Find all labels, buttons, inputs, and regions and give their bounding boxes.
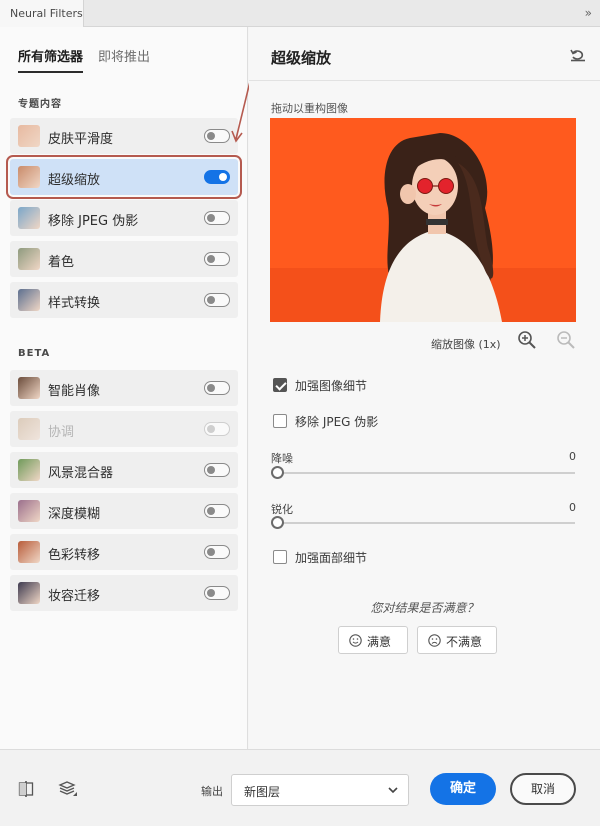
smile-icon (349, 634, 362, 647)
filter-toggle[interactable] (204, 211, 230, 225)
filter-row-style-transfer[interactable]: 样式转换 (10, 282, 238, 318)
enhance-detail-checkbox[interactable] (273, 378, 287, 392)
filter-toggle (204, 422, 230, 436)
filter-toggle[interactable] (204, 252, 230, 266)
filter-label: 智能肖像 (48, 384, 101, 399)
enhance-face-checkbox[interactable] (273, 550, 287, 564)
filter-label: 着色 (48, 255, 75, 270)
noise-slider-label: 降噪 (271, 452, 293, 465)
style-transfer-thumbnail (18, 289, 40, 311)
filter-row-harmonization: 协调 (10, 411, 238, 447)
super-zoom-thumbnail (18, 166, 40, 188)
sharpen-slider-value: 0 (569, 501, 576, 514)
preview-caption: 拖动以重构图像 (271, 102, 348, 115)
filter-row-landscape-mixer[interactable]: 风景混合器 (10, 452, 238, 488)
zoom-out-icon[interactable] (556, 330, 576, 350)
compare-icon[interactable] (18, 781, 34, 797)
portrait-illustration (270, 118, 576, 322)
feedback-satisfied-button[interactable]: 满意 (338, 626, 408, 654)
filter-toggle[interactable] (204, 381, 230, 395)
zoom-in-icon[interactable] (517, 330, 537, 350)
filter-label: 样式转换 (48, 296, 101, 311)
filter-list-panel: 所有筛选器 即将推出 专题内容 皮肤平滑度 超级缩放 移除 JPEG 伪影 着色… (0, 27, 248, 749)
sharpen-slider-track[interactable] (275, 522, 575, 524)
filter-settings-panel: 超级缩放 拖动以重构图像 缩放图像 (1x) 加强图像细节 移除 JPEG 伪影… (249, 27, 600, 749)
filter-label: 色彩转移 (48, 548, 101, 563)
noise-slider-handle[interactable] (271, 466, 284, 479)
feedback-unsatisfied-label: 不满意 (446, 635, 483, 649)
settings-title: 超级缩放 (271, 49, 332, 67)
remove-jpeg-label: 移除 JPEG 伪影 (295, 415, 379, 429)
harmonization-thumbnail (18, 418, 40, 440)
landscape-mixer-thumbnail (18, 459, 40, 481)
noise-slider-value: 0 (569, 450, 576, 463)
feedback-question: 您对结果是否满意？ (370, 601, 479, 615)
reset-icon[interactable] (570, 48, 586, 62)
filter-row-remove-jpeg[interactable]: 移除 JPEG 伪影 (10, 200, 238, 236)
cancel-button[interactable]: 取消 (510, 773, 576, 805)
footer-bar: 输出 新图层 确定 取消 (0, 749, 600, 826)
filter-row-colorize[interactable]: 着色 (10, 241, 238, 277)
filter-row-smart-portrait[interactable]: 智能肖像 (10, 370, 238, 406)
filter-row-makeup-transfer[interactable]: 妆容迁移 (10, 575, 238, 611)
feedback-unsatisfied-button[interactable]: 不满意 (417, 626, 497, 654)
filter-toggle[interactable] (204, 463, 230, 477)
filter-label: 协调 (48, 425, 75, 440)
sharpen-slider-handle[interactable] (271, 516, 284, 529)
collapse-panel-icon[interactable]: » (585, 6, 592, 20)
filter-label: 皮肤平滑度 (48, 132, 114, 147)
depth-blur-thumbnail (18, 500, 40, 522)
filter-toggle[interactable] (204, 586, 230, 600)
colorize-thumbnail (18, 248, 40, 270)
filter-row-depth-blur[interactable]: 深度模糊 (10, 493, 238, 529)
color-transfer-thumbnail (18, 541, 40, 563)
filter-label: 移除 JPEG 伪影 (48, 214, 139, 229)
layers-icon[interactable] (58, 780, 78, 798)
tab-coming-soon[interactable]: 即将推出 (98, 46, 150, 65)
sharpen-slider-label: 锐化 (271, 503, 293, 516)
feedback-satisfied-label: 满意 (367, 635, 392, 649)
output-select-value: 新图层 (244, 785, 281, 799)
skin-smoothing-thumbnail (18, 125, 40, 147)
filter-label: 超级缩放 (48, 173, 101, 188)
filter-row-color-transfer[interactable]: 色彩转移 (10, 534, 238, 570)
frown-icon (428, 634, 441, 647)
filter-toggle[interactable] (204, 545, 230, 559)
enhance-detail-label: 加强图像细节 (295, 379, 368, 393)
filter-row-super-zoom[interactable]: 超级缩放 (6, 155, 242, 199)
filter-toggle[interactable] (204, 170, 230, 184)
makeup-transfer-thumbnail (18, 582, 40, 604)
remove-jpeg-checkbox[interactable] (273, 414, 287, 428)
noise-slider-track[interactable] (275, 472, 575, 474)
smart-portrait-thumbnail (18, 377, 40, 399)
enhance-face-label: 加强面部细节 (295, 551, 368, 565)
filter-row-skin-smoothing[interactable]: 皮肤平滑度 (10, 118, 238, 154)
filter-toggle[interactable] (204, 504, 230, 518)
ok-button[interactable]: 确定 (430, 773, 496, 805)
tab-all-filters[interactable]: 所有筛选器 (18, 46, 84, 73)
filter-label: 深度模糊 (48, 507, 101, 522)
panel-tab-bar: Neural Filters » (0, 0, 600, 27)
zoom-level-label: 缩放图像 (1x) (431, 338, 501, 351)
filter-label: 风景混合器 (48, 466, 114, 481)
remove-jpeg-thumbnail (18, 207, 40, 229)
tab-neural-filters[interactable]: Neural Filters (0, 0, 84, 27)
chevron-down-icon (388, 787, 398, 794)
section-title-beta: BETA (18, 348, 51, 359)
preview-image[interactable] (270, 118, 576, 322)
filter-label: 妆容迁移 (48, 589, 101, 604)
output-label: 输出 (201, 785, 223, 798)
section-title-featured: 专题内容 (18, 99, 62, 110)
output-select[interactable]: 新图层 (231, 774, 409, 806)
filter-toggle[interactable] (204, 293, 230, 307)
settings-header: 超级缩放 (249, 27, 600, 81)
filter-toggle[interactable] (204, 129, 230, 143)
